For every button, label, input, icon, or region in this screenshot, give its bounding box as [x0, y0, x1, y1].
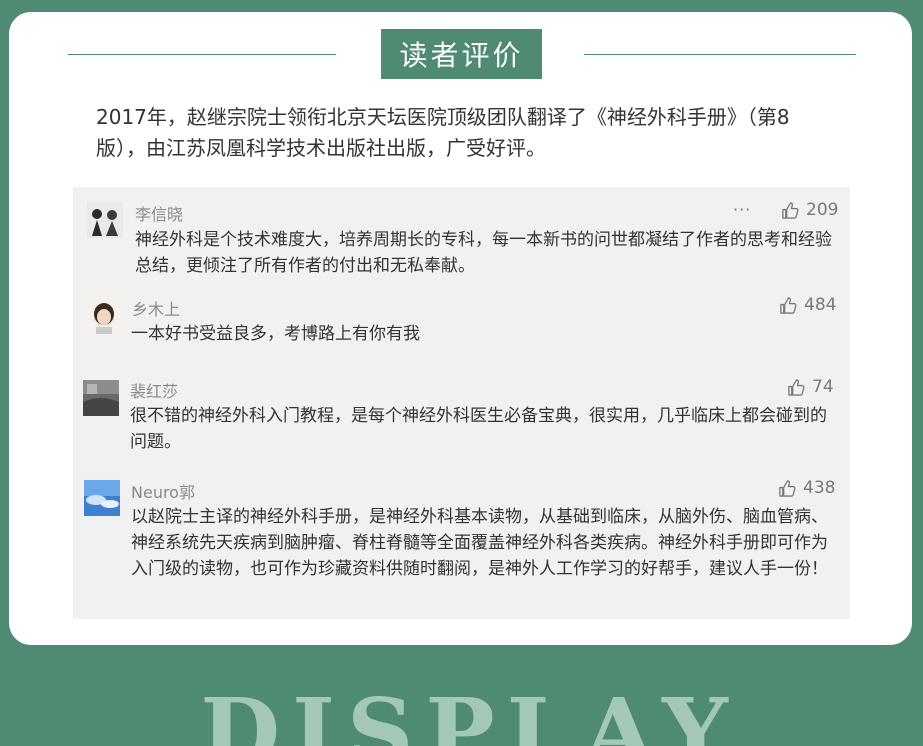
comment-user[interactable]: 乡木上 — [132, 296, 180, 320]
thumbs-up-icon — [780, 296, 797, 314]
title-divider-right — [584, 54, 856, 55]
comment-text: 一本好书受益良多，考博路上有你有我 — [131, 324, 420, 344]
like-count: 438 — [803, 478, 836, 498]
more-icon[interactable]: ··· — [733, 200, 751, 219]
footer-decorative-word: DISPLAY — [200, 686, 740, 746]
intro-text: 2017年，赵继宗院士领衔北京天坛医院顶级团队翻译了《神经外科手册》（第8版），… — [96, 105, 790, 160]
comment-user[interactable]: 李信晓 — [135, 201, 183, 225]
comment-text: 神经外科是个技术难度大，培养周期长的专科，每一本新书的问世都凝结了作者的思考和经… — [135, 230, 832, 276]
thumbs-up-icon — [779, 479, 796, 497]
like-button[interactable]: 438 — [778, 478, 835, 498]
comment-text: 很不错的神经外科入门教程，是每个神经外科医生必备宝典，很实用，几乎临床上都会碰到… — [130, 406, 827, 452]
avatar[interactable] — [83, 380, 119, 416]
avatar[interactable] — [84, 480, 120, 516]
like-count: 74 — [812, 377, 834, 397]
thumbs-up-icon — [788, 378, 805, 396]
comment-text: 以赵院士主译的神经外科手册，是神经外科基本读物，从基础到临床，从脑外伤、脑血管病… — [131, 507, 828, 579]
avatar[interactable] — [86, 298, 122, 334]
section-title: 读者评价 — [381, 29, 542, 79]
like-count: 209 — [806, 200, 839, 220]
thumbs-up-icon — [782, 201, 799, 219]
comment-list: 李信晓 ··· 209 神经外科是个技术难度大，培养周期长的专科，每一本新书的问… — [73, 187, 850, 619]
avatar[interactable] — [87, 202, 123, 238]
like-button[interactable]: 484 — [779, 295, 836, 315]
like-button[interactable]: 209 — [781, 200, 838, 220]
like-button[interactable]: 74 — [787, 377, 834, 397]
comment-user[interactable]: Neuro郭 — [131, 479, 195, 503]
title-divider-left — [68, 54, 336, 55]
like-count: 484 — [804, 295, 837, 315]
comment-user[interactable]: 裴红莎 — [130, 378, 178, 402]
